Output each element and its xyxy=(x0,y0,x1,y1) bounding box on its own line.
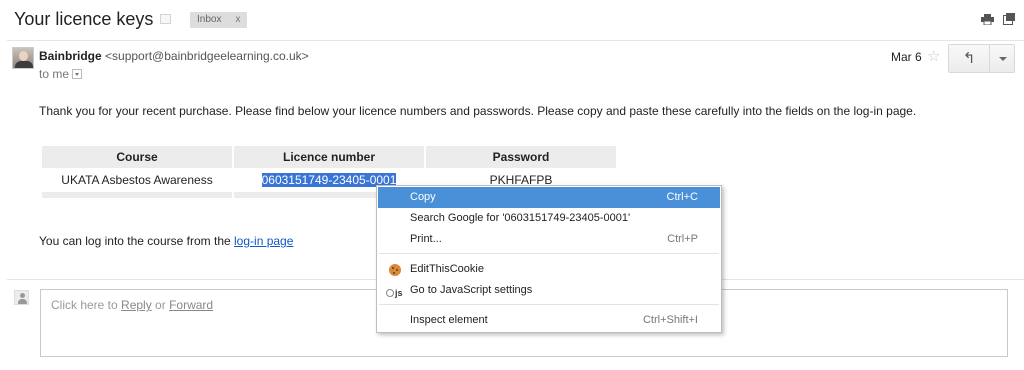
sender-line: Bainbridge <support@bainbridgeelearning.… xyxy=(39,49,309,63)
reply-link[interactable]: Reply xyxy=(121,298,152,312)
login-instruction: You can log into the course from the log… xyxy=(39,234,293,248)
email-date: Mar 6 xyxy=(891,50,922,64)
login-prefix: You can log into the course from the xyxy=(39,234,235,248)
menu-item-label: Print... xyxy=(410,233,442,245)
forward-link[interactable]: Forward xyxy=(169,298,213,312)
menu-item-shortcut: Ctrl+Shift+I xyxy=(642,314,698,326)
avatar-body xyxy=(15,61,33,68)
menu-separator xyxy=(379,304,719,305)
inbox-label-text: Inbox xyxy=(197,14,222,25)
avatar-head xyxy=(19,51,28,61)
sender-email: <support@bainbridgeelearning.co.uk> xyxy=(105,49,309,63)
reply-prompt-prefix: Click here to xyxy=(51,298,122,312)
recipient-line: to me xyxy=(39,67,83,81)
js-icon-text: js xyxy=(395,288,403,298)
menu-item-label: Search Google for '0603151749-23405-0001… xyxy=(410,212,631,224)
menu-item-editthiscookie[interactable]: EditThisCookie xyxy=(378,259,720,280)
recipient-text: to me xyxy=(39,67,70,81)
course-cell: UKATA Asbestos Awareness xyxy=(61,173,213,187)
menu-item-label: EditThisCookie xyxy=(410,263,484,275)
table-header-course: Course xyxy=(42,146,232,168)
menu-item-copy[interactable]: Copy Ctrl+C xyxy=(378,187,720,208)
print-icon[interactable] xyxy=(981,14,994,25)
menu-item-shortcut: Ctrl+C xyxy=(666,191,698,203)
user-avatar-icon xyxy=(14,290,29,305)
reply-button[interactable]: ↰ xyxy=(948,44,990,73)
new-window-icon[interactable] xyxy=(1003,13,1015,25)
menu-item-search-google[interactable]: Search Google for '0603151749-23405-0001… xyxy=(378,208,720,229)
reply-prompt-or: or xyxy=(151,298,170,312)
sender-name[interactable]: Bainbridge xyxy=(39,49,102,63)
cookie-icon xyxy=(389,264,401,276)
email-intro-text: Thank you for your recent purchase. Plea… xyxy=(39,104,917,118)
remove-label-button[interactable]: x xyxy=(235,14,240,25)
menu-item-javascript-settings[interactable]: js Go to JavaScript settings xyxy=(378,280,720,301)
menu-item-label: Copy xyxy=(410,191,436,203)
menu-item-label: Inspect element xyxy=(410,314,488,326)
gear-icon xyxy=(386,289,394,297)
menu-separator xyxy=(379,253,719,254)
reply-icon: ↰ xyxy=(962,50,976,67)
context-menu: Copy Ctrl+C Search Google for '060315174… xyxy=(376,185,722,333)
table-header-password: Password xyxy=(426,146,616,168)
inbox-label-chip[interactable]: Inbox x xyxy=(190,12,248,28)
menu-item-print[interactable]: Print... Ctrl+P xyxy=(378,229,720,250)
login-page-link[interactable]: log-in page xyxy=(234,234,293,248)
menu-item-inspect-element[interactable]: Inspect element Ctrl+Shift+I xyxy=(378,310,720,331)
menu-item-shortcut: Ctrl+P xyxy=(667,233,698,245)
important-marker[interactable] xyxy=(160,14,171,24)
email-subject: Your licence keys xyxy=(14,9,154,29)
show-details-dropdown-icon[interactable] xyxy=(72,69,83,79)
empty-cell xyxy=(42,192,232,198)
table-header-row: Course Licence number Password xyxy=(42,146,616,168)
header-divider xyxy=(7,40,1024,41)
more-options-button[interactable] xyxy=(989,44,1015,73)
table-header-licence: Licence number xyxy=(234,146,424,168)
sender-avatar[interactable] xyxy=(12,47,34,69)
menu-item-label: Go to JavaScript settings xyxy=(410,284,533,296)
star-icon[interactable]: ☆ xyxy=(927,47,940,65)
subject-bar: Your licence keys Inbox x xyxy=(0,0,1024,40)
javascript-icon: js xyxy=(386,283,403,304)
